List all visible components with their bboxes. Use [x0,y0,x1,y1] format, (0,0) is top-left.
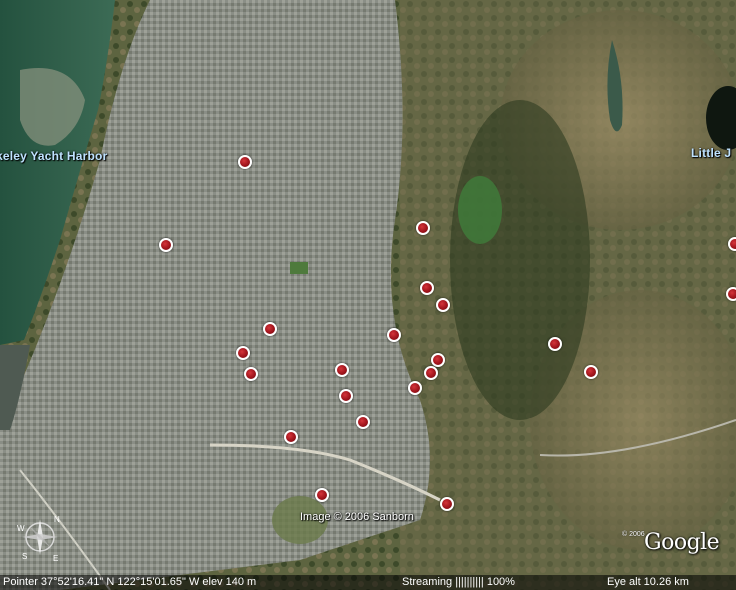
eye-altitude: Eye alt 10.26 km [607,576,689,588]
placemark-pin[interactable] [284,430,298,444]
placemark-pin[interactable] [416,221,430,235]
placemark-pin[interactable] [728,237,736,251]
placemark-pin[interactable] [238,155,252,169]
placemark-pin[interactable] [420,281,434,295]
compass-north-label: N [54,515,60,524]
placemark-pin[interactable] [263,322,277,336]
yacht-harbor-label[interactable]: keley Yacht Harbor [0,149,107,163]
compass-rose-icon[interactable]: N E W S [14,511,66,563]
placemark-pin[interactable] [440,497,454,511]
status-bar: Pointer 37°52'16.41" N 122°15'01.65" W e… [0,575,736,590]
pointer-coordinates: Pointer 37°52'16.41" N 122°15'01.65" W e… [3,576,257,588]
imagery-credit: Image © 2006 Sanborn [300,511,414,523]
logo-wordmark: Google [644,530,720,555]
placemark-pin[interactable] [159,238,173,252]
placemark-pin[interactable] [726,287,736,301]
placemark-pin[interactable] [548,337,562,351]
compass-west-label: W [17,524,25,533]
streaming-progress: Streaming |||||||||| 100% [402,576,515,588]
placemark-pin[interactable] [356,415,370,429]
placemark-pin[interactable] [335,363,349,377]
earth-viewport[interactable]: keley Yacht Harbor Little J Image © 2006… [0,0,736,590]
placemark-pin[interactable] [408,381,422,395]
placemark-pin[interactable] [315,488,329,502]
placemark-pin[interactable] [236,346,250,360]
little-reservoir-label[interactable]: Little J [691,146,731,160]
compass-east-label: E [53,554,58,563]
placemark-pin[interactable] [424,366,438,380]
placemark-pin[interactable] [584,365,598,379]
placemark-pin[interactable] [436,298,450,312]
compass-south-label: S [22,552,27,561]
logo-copyright-year: © 2006 [622,531,645,538]
placemark-pin[interactable] [431,353,445,367]
satellite-imagery[interactable] [0,0,736,590]
placemark-pin[interactable] [244,367,258,381]
placemark-pin[interactable] [339,389,353,403]
placemark-pin[interactable] [387,328,401,342]
google-logo: © 2006 Google [622,528,732,564]
